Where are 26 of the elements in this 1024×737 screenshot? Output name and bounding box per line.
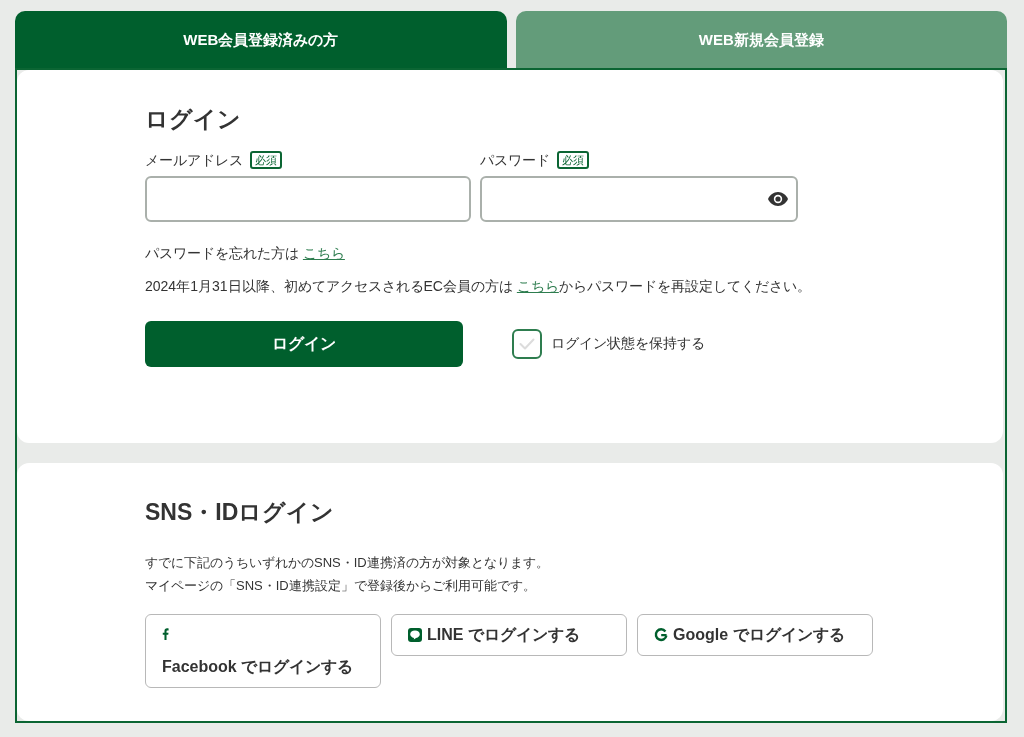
link[interactable]: こちら [516, 278, 559, 294]
field-label: メールアドレス [145, 151, 243, 170]
link[interactable]: こちら [302, 245, 345, 261]
speech-bubble-icon [408, 628, 422, 642]
field-label: パスワード [480, 151, 550, 170]
check-icon [519, 338, 535, 350]
required-badge: 必須 [557, 151, 589, 169]
forgot-password-text: パスワードを忘れた方は こちら [145, 244, 346, 263]
eye-icon[interactable] [768, 192, 788, 206]
login-button[interactable]: ログイン [145, 321, 463, 367]
tab[interactable]: WEB会員登録済みの方 [15, 11, 507, 68]
checkbox-label: ログイン状態を保持する [551, 335, 705, 353]
description-text: マイページの「SNS・ID連携設定」で登録後からご利用可能です。 [145, 577, 537, 595]
section-title: ログイン [145, 105, 242, 134]
description-text: すでに下記のうちいずれかのSNS・ID連携済の方が対象となります。 [145, 554, 550, 572]
social-login-button[interactable]: Google でログインする [637, 614, 873, 656]
input-field[interactable] [480, 176, 798, 222]
checkbox[interactable] [512, 329, 542, 359]
social-login-button[interactable]: Facebook でログインする [145, 614, 381, 688]
notice-text: 2024年1月31日以降、初めてアクセスされるEC会員の方は こちらからパスワードを再設定してください。 [145, 277, 812, 296]
input-field[interactable] [145, 176, 471, 222]
g-logo-icon [654, 628, 668, 642]
section-title: SNS・IDログイン [145, 498, 336, 527]
required-badge: 必須 [250, 151, 282, 169]
social-login-button[interactable]: LINE でログインする [391, 614, 627, 656]
f-logo-icon [162, 628, 169, 640]
